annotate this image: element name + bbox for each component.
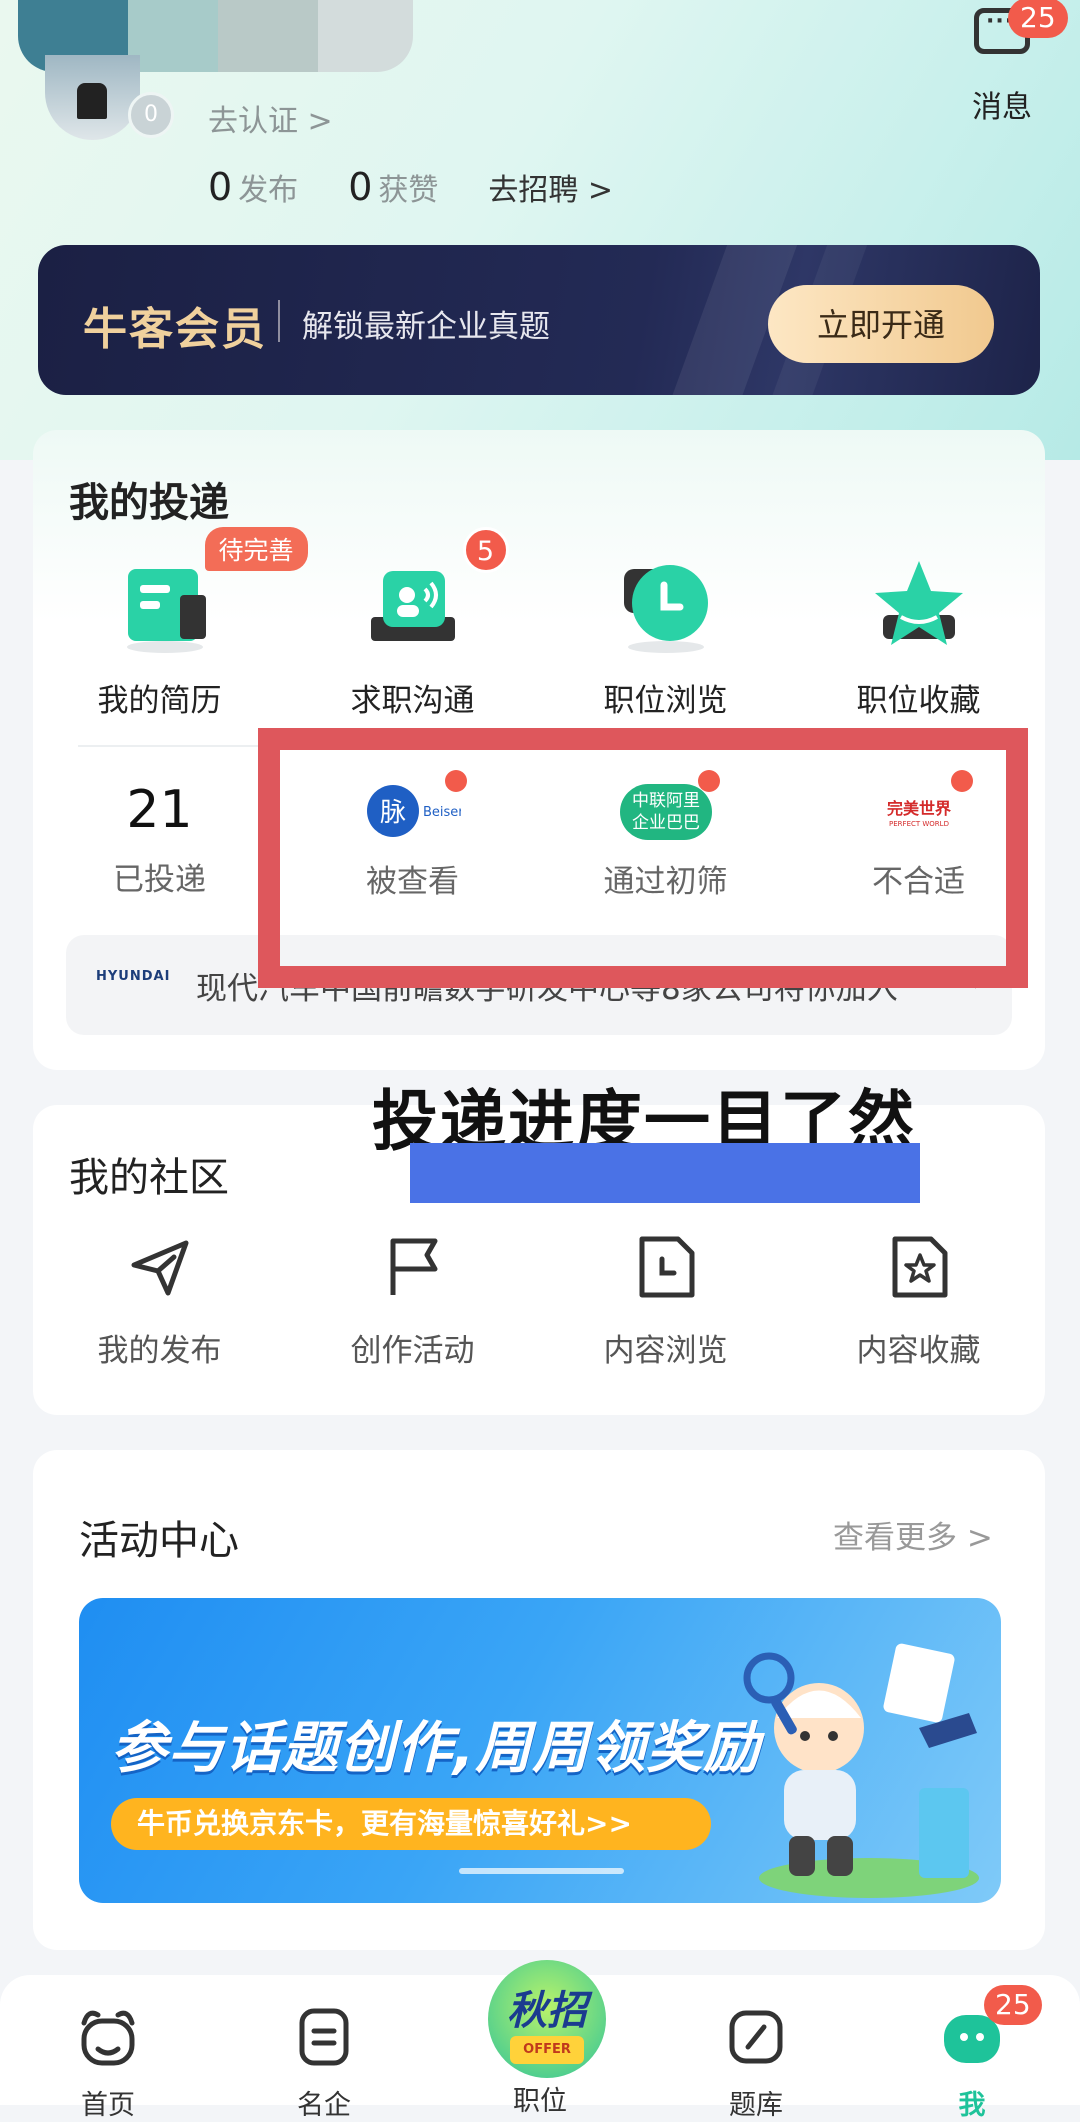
applied-count: 21 — [126, 780, 193, 840]
community-title: 我的社区 — [69, 1155, 229, 1201]
cow-icon — [81, 2010, 135, 2066]
create-activity-label: 创作活动 — [350, 1333, 475, 1369]
activity-banner[interactable]: 参与话题创作,周周领奖励 牛币兑换京东卡，更有海量惊喜好礼>> — [79, 1598, 1001, 1903]
job-favorite-entry[interactable]: 职位收藏 — [792, 555, 1045, 720]
tab-home[interactable]: 首页 — [38, 1975, 178, 2122]
offer-ribbon: OFFER — [510, 2036, 584, 2064]
tab-me[interactable]: 25 我 — [902, 1975, 1042, 2122]
content-favorite-entry[interactable]: 内容收藏 — [792, 1235, 1045, 1370]
posts-stat[interactable]: 0 发布 — [208, 165, 298, 209]
vip-title: 牛客会员 — [83, 304, 267, 355]
job-favorite-label: 职位收藏 — [856, 683, 981, 719]
tab-companies-label: 名企 — [297, 2090, 351, 2121]
tab-companies[interactable]: 名企 — [254, 1975, 394, 2122]
avatar-level-badge: 0 — [128, 92, 174, 138]
vip-divider — [278, 300, 280, 342]
activity-more-link[interactable]: 查看更多 > — [833, 1512, 993, 1557]
vip-subtitle: 解锁最新企业真题 — [302, 309, 550, 345]
banner-headline: 参与话题创作,周周领奖励 — [111, 1716, 761, 1781]
message-label: 消息 — [972, 90, 1032, 125]
resume-icon — [126, 569, 206, 653]
content-browse-label: 内容浏览 — [603, 1333, 728, 1369]
recruit-link[interactable]: 去招聘 > — [488, 165, 613, 209]
activity-card: 活动中心 查看更多 > 参与话题创作,周周领奖励 牛币兑换京东卡，更有海量惊喜好… — [33, 1450, 1045, 1950]
me-badge: 25 — [984, 1985, 1042, 2025]
autumn-recruit-text: 秋招 — [507, 1988, 587, 2034]
resume-label: 我的简历 — [97, 683, 222, 719]
activity-title: 活动中心 — [79, 1518, 239, 1564]
my-posts-label: 我的发布 — [97, 1333, 222, 1369]
job-browse-label: 职位浏览 — [603, 683, 728, 719]
message-button[interactable]: 25 消息 — [962, 0, 1068, 126]
user-stats: 0 发布 0 获赞 去招聘 > — [208, 165, 613, 209]
job-browse-entry[interactable]: 职位浏览 — [539, 555, 792, 720]
tab-home-label: 首页 — [81, 2090, 135, 2121]
document-star-icon — [892, 1236, 947, 1298]
banner-subline: 牛币兑换京东卡，更有海量惊喜好礼>> — [111, 1798, 711, 1850]
create-activity-entry[interactable]: 创作活动 — [286, 1235, 539, 1370]
content-browse-entry[interactable]: 内容浏览 — [539, 1235, 792, 1370]
clock-icon — [623, 565, 708, 653]
document-clock-icon — [639, 1236, 694, 1298]
applied-label: 已投递 — [113, 862, 206, 898]
applied-stat[interactable]: 21 已投递 — [33, 780, 286, 901]
send-icon — [131, 1240, 188, 1296]
pencil-icon — [729, 2010, 783, 2064]
tab-question-bank-label: 题库 — [729, 2090, 783, 2121]
chat-unread-badge: 5 — [462, 527, 509, 573]
vip-banner[interactable]: 牛客会员 解锁最新企业真题 立即开通 — [38, 245, 1040, 395]
flag-icon — [390, 1238, 437, 1295]
star-icon — [874, 561, 963, 645]
caption-underline-bar — [410, 1143, 920, 1203]
tab-me-label: 我 — [958, 2090, 986, 2121]
banner-indicator — [459, 1868, 624, 1874]
delivery-title: 我的投递 — [69, 480, 229, 526]
list-icon — [299, 2008, 349, 2066]
banner-character-illustration — [743, 1643, 979, 1898]
message-badge: 25 — [1008, 0, 1068, 38]
hyundai-logo: HYUNDAI — [96, 969, 171, 984]
verify-link[interactable]: 去认证 > — [208, 96, 333, 140]
highlight-box — [258, 728, 1028, 988]
tab-question-bank[interactable]: 题库 — [686, 1975, 826, 2122]
chat-icon — [370, 571, 455, 641]
likes-stat[interactable]: 0 获赞 — [348, 165, 438, 209]
tab-jobs-label: 职位 — [513, 2086, 567, 2117]
chat-label: 求职沟通 — [350, 683, 475, 719]
content-favorite-label: 内容收藏 — [856, 1333, 981, 1369]
chat-entry[interactable]: 5 求职沟通 — [286, 527, 539, 720]
resume-entry[interactable]: 待完善 我的简历 — [33, 527, 308, 720]
vip-open-button[interactable]: 立即开通 — [768, 285, 994, 363]
my-posts-entry[interactable]: 我的发布 — [33, 1235, 286, 1370]
